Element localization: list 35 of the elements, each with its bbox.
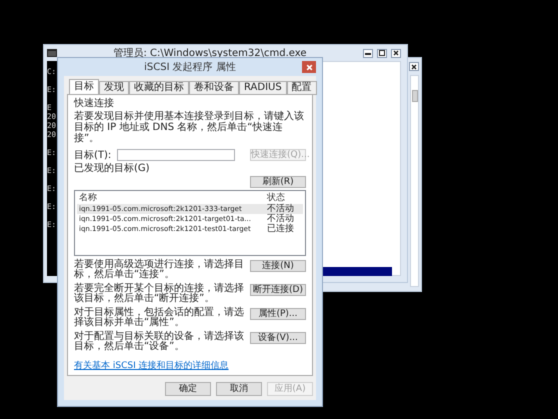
- maximize-icon[interactable]: [377, 48, 387, 58]
- instruction-text: 若要使用高级选项进行连接，请选择目标，然后单击“连接”。: [74, 260, 245, 280]
- console-icon: [47, 49, 57, 57]
- scrollbar[interactable]: [410, 75, 419, 287]
- dialog-button[interactable]: 取消: [216, 382, 262, 396]
- close-icon[interactable]: [409, 62, 419, 71]
- dialog-title: iSCSI 发起程序 属性: [143, 60, 237, 74]
- column-header[interactable]: 状态: [267, 193, 285, 204]
- action-button[interactable]: 属性(P)...: [250, 308, 306, 320]
- tab[interactable]: 收藏的目标: [129, 81, 189, 95]
- target-input-field[interactable]: [117, 149, 236, 161]
- close-icon[interactable]: [391, 48, 401, 58]
- column-header[interactable]: 名称: [79, 193, 97, 203]
- tab[interactable]: 配置: [286, 81, 317, 95]
- dialog-button[interactable]: 确定: [165, 382, 211, 396]
- action-button[interactable]: 断开连接(D): [250, 284, 306, 296]
- group-heading: 已发现的目标(G): [74, 163, 151, 174]
- tab[interactable]: 发现: [99, 81, 129, 95]
- field-label: 目标(T):: [74, 150, 112, 160]
- window-title: 管理员: C:\Windows\system32\cmd.exe: [112, 47, 308, 60]
- close-icon: [306, 64, 312, 70]
- refresh-button[interactable]: 刷新(R): [250, 176, 306, 188]
- help-link[interactable]: 有关基本 iSCSI 连接和目标的详细信息: [74, 359, 229, 372]
- instruction-text: 对于配置与目标关联的设备，请选择该目标，然后单击“设备”。: [74, 332, 245, 352]
- instruction-text: 若要完全断开某个目标的连接，请选择该目标，然后单击“断开连接”。: [74, 284, 245, 304]
- action-button[interactable]: 连接(N): [250, 260, 306, 272]
- close-button[interactable]: [302, 61, 316, 73]
- instruction-text: 若要发现目标并使用基本连接登录到目标，请键入该目标的 IP 地址或 DNS 名称，然后单击“快速连接”。: [74, 111, 305, 144]
- tab[interactable]: RADIUS: [239, 81, 287, 95]
- tab[interactable]: 目标: [69, 79, 99, 95]
- minimize-icon[interactable]: [363, 48, 373, 58]
- instruction-text: 对于目标属性，包括会话的配置，请选择该目标并单击“属性”。: [74, 308, 245, 328]
- group-heading: 快速连接: [74, 98, 115, 109]
- action-button[interactable]: 设备(V)...: [250, 332, 306, 344]
- tab[interactable]: 卷和设备: [189, 81, 239, 95]
